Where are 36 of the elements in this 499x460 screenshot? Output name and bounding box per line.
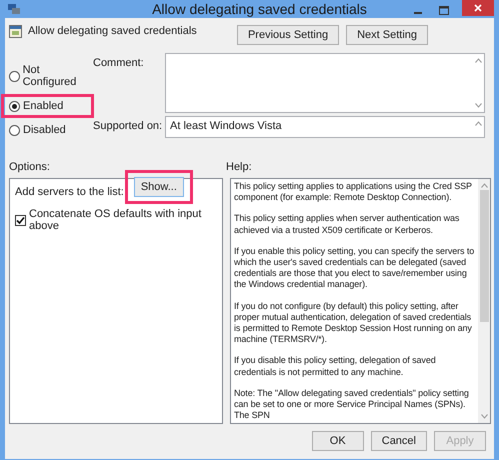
comment-label: Comment:	[93, 56, 145, 71]
radio-option[interactable]: Not Configured	[9, 64, 93, 88]
help-paragraph: If you do not configure (by default) this policy setting, after proper mutual authentication, delegation of saved credentials is permitted to Remote Desktop Session Host running on any machine (TERMSRV/*).	[234, 300, 473, 346]
dialog-button[interactable]: Cancel	[370, 431, 427, 452]
help-paragraph: If you disable this policy setting, delegation of saved credentials is not permitted to any machine.	[234, 355, 437, 378]
supported-on-field: At least Windows Vista	[165, 116, 485, 138]
help-paragraph: Note: The "Allow delegating saved credentials" policy setting can be set to one or more Service Principal Names (SPNs). The SPN	[234, 388, 470, 422]
show-button[interactable]: Show...	[134, 177, 184, 197]
scroll-down-icon[interactable]	[480, 414, 488, 420]
scroll-up-icon[interactable]	[474, 58, 482, 63]
concatenate-checkbox[interactable]: Concatenate OS defaults with input above	[15, 208, 217, 232]
policy-name: Allow delegating saved credentials	[28, 25, 197, 37]
scrollbar[interactable]	[478, 179, 490, 424]
options-label: Options:	[9, 161, 51, 175]
comment-field[interactable]	[165, 53, 485, 113]
window-title: Allow delegating saved credentials	[151, 1, 368, 17]
check-icon	[16, 216, 25, 224]
dialog-button[interactable]: OK	[312, 431, 364, 452]
scroll-up-icon[interactable]	[480, 183, 488, 188]
add-servers-label: Add servers to the list:	[15, 186, 124, 198]
help-label: Help:	[226, 161, 253, 175]
help-paragraph: This policy setting applies to applications using the Cred SSP component (for example: Remote Desktop Connection).	[234, 181, 473, 204]
supported-on-label: Supported on:	[93, 119, 164, 134]
maximize-icon	[439, 6, 449, 14]
close-icon	[474, 4, 482, 12]
help-paragraph: This policy setting applies when server authentication was achieved via a trusted X509 certificate or Kerberos.	[234, 213, 460, 236]
radio-option[interactable]: Disabled	[9, 124, 93, 136]
next-setting-button[interactable]: Next Setting	[346, 25, 428, 45]
scroll-up-icon[interactable]	[474, 121, 482, 126]
policy-icon	[9, 25, 22, 38]
scroll-down-icon[interactable]	[474, 103, 482, 108]
previous-setting-button[interactable]: Previous Setting	[236, 25, 340, 45]
help-paragraph: If you enable this policy setting, you can specify the servers to which the user's saved credentials can be delegated (saved credentials are those that you elect to save/remember using the Windows credential manager).	[234, 246, 475, 291]
radio-option[interactable]: Enabled	[9, 100, 64, 112]
close-button[interactable]	[462, 0, 494, 16]
app-icon	[7, 3, 21, 15]
